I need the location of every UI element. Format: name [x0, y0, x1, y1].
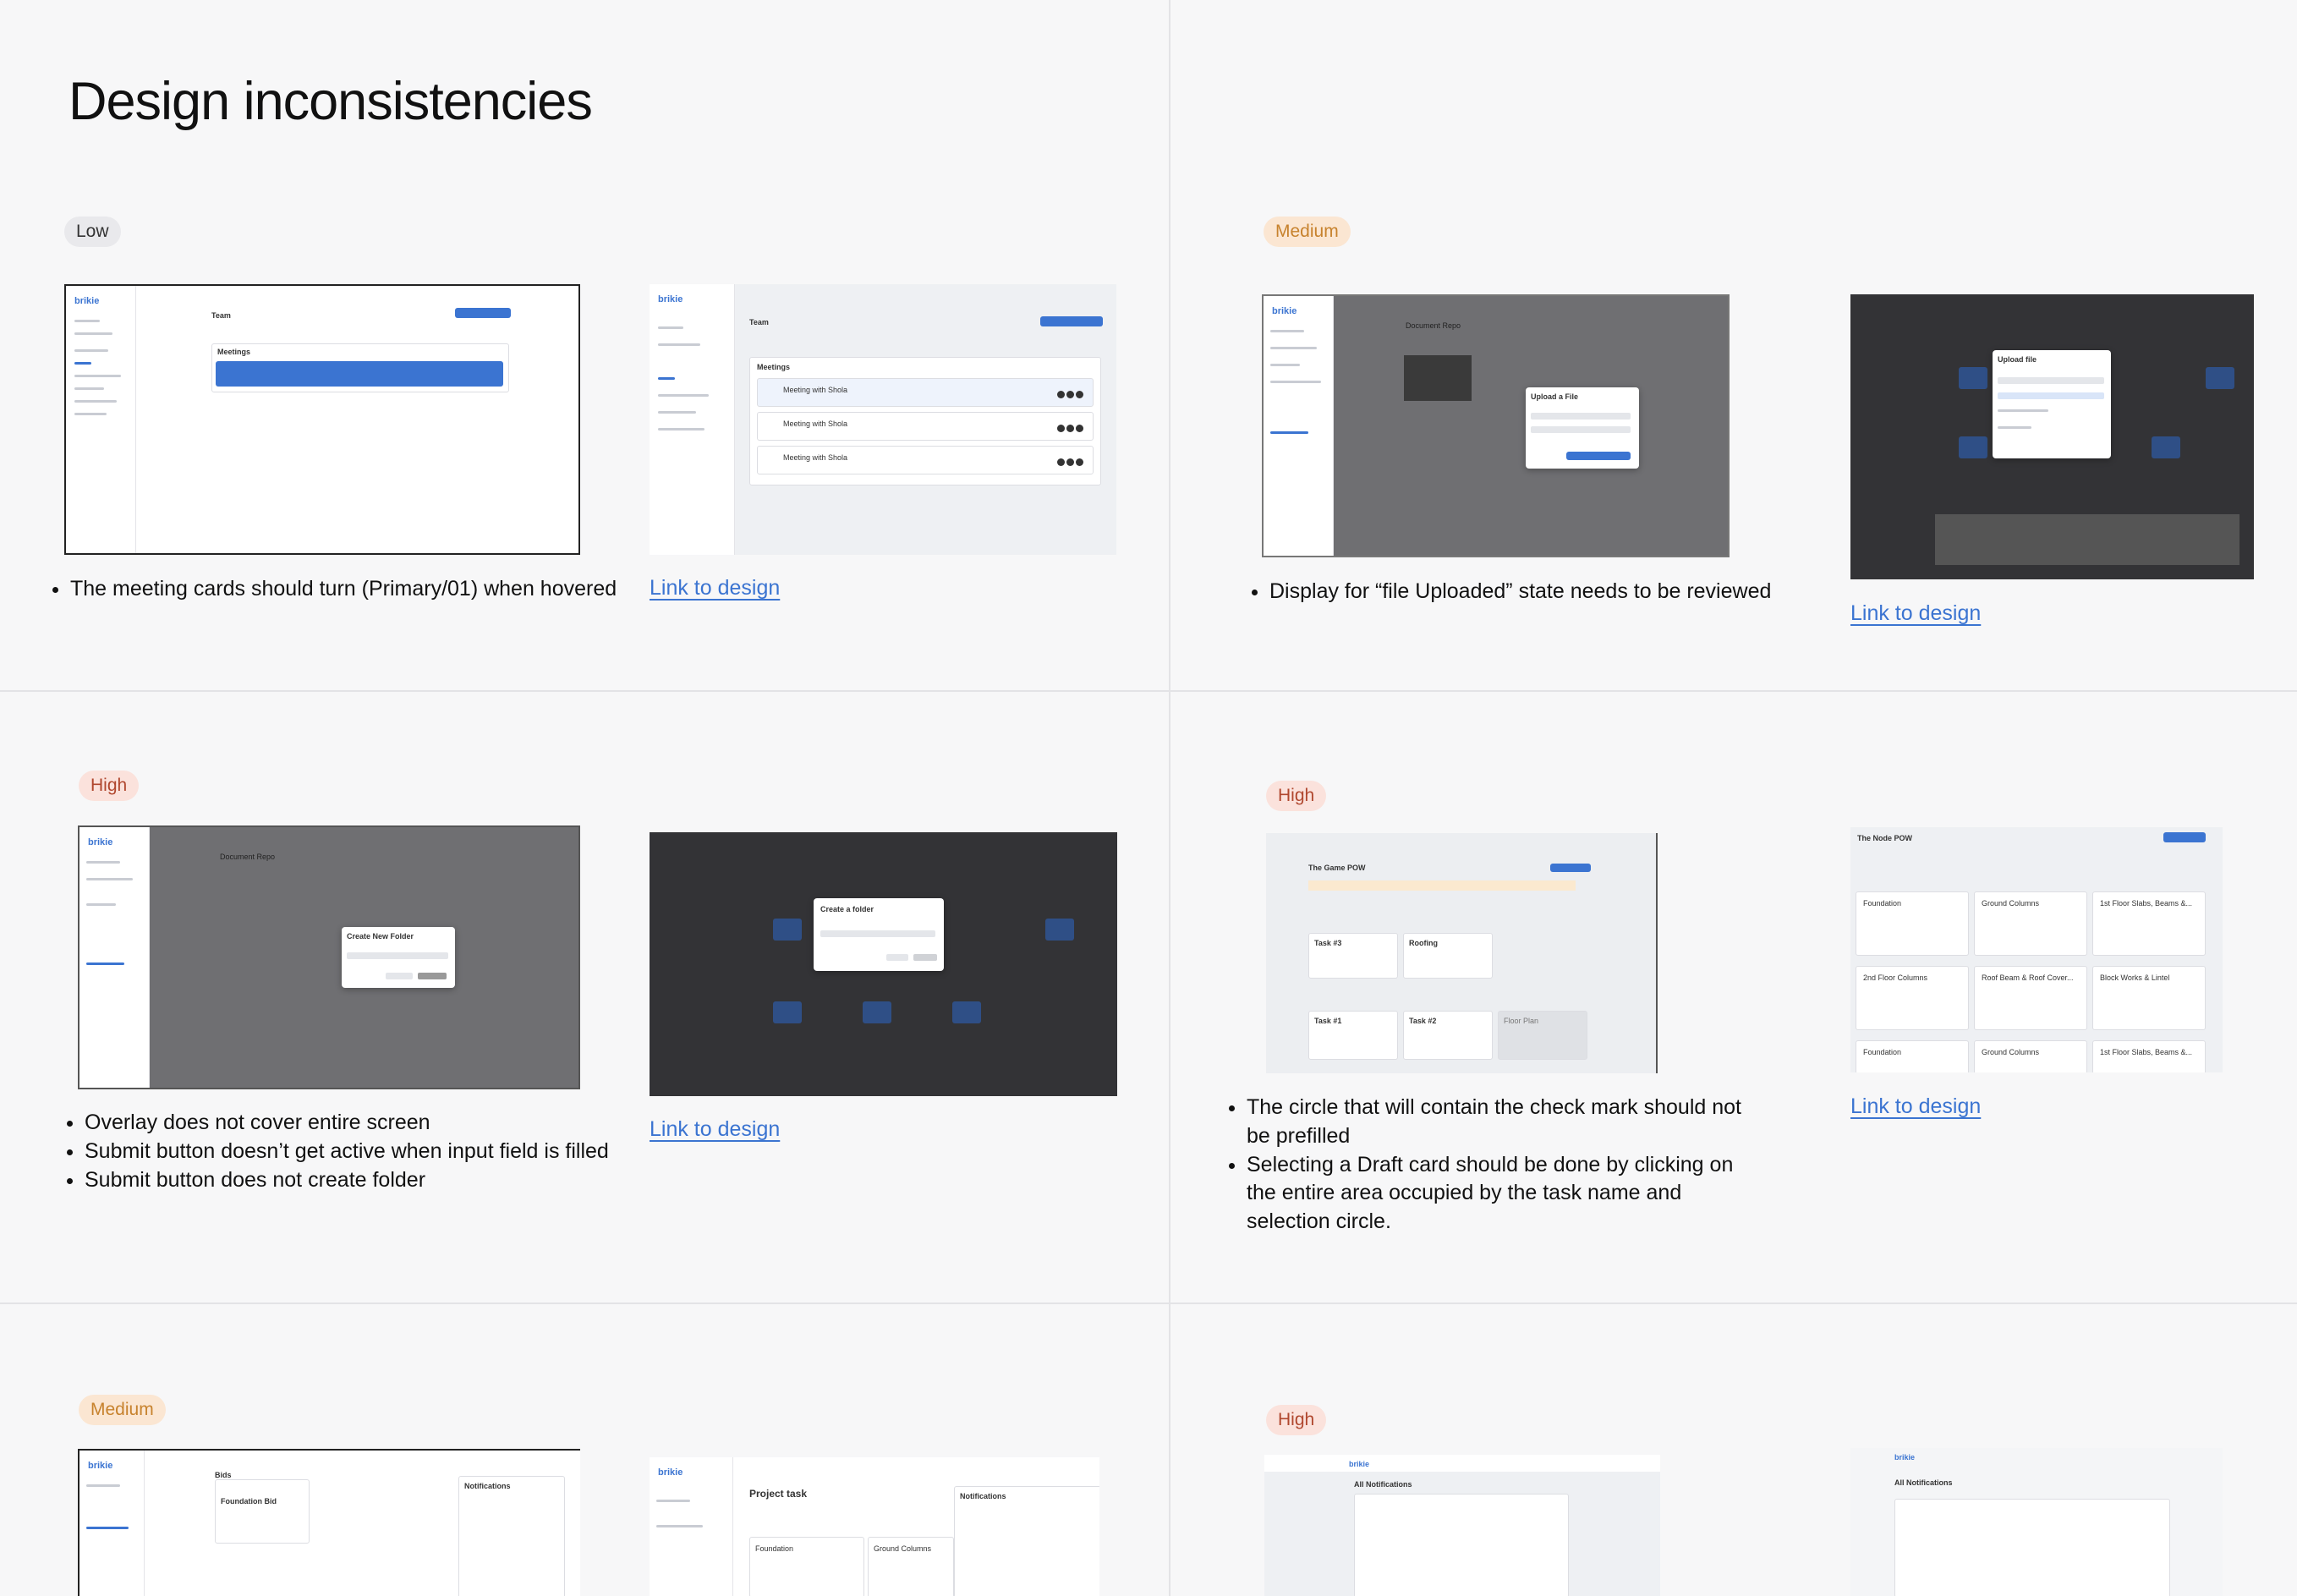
issue-notes: Display for “file Uploaded” state needs … — [1237, 578, 1794, 606]
screenshot-folder-design: Create a folder — [650, 832, 1117, 1096]
issue-notes: Overlay does not cover entire screen Sub… — [52, 1109, 643, 1194]
screenshot-upload-design: Upload file — [1850, 294, 2254, 579]
issue-notes: The circle that will contain the check m… — [1214, 1094, 1754, 1237]
issue-note: Submit button doesn’t get active when in… — [85, 1138, 643, 1166]
screenshot-folder-current: brikie Document Repo Create New Folder — [78, 825, 580, 1089]
link-to-design[interactable]: Link to design — [650, 1117, 780, 1142]
issue-note: Selecting a Draft card should be done by… — [1247, 1151, 1754, 1237]
page-title: Design inconsistencies — [69, 72, 593, 131]
screenshot-upload-current: brikie Document Repo Upload a File — [1262, 294, 1730, 557]
screenshot-meetings-current: brikie Team Meetings — [64, 284, 580, 555]
screenshot-notifications-current: brikie All Notifications — [1264, 1455, 1660, 1596]
link-to-design[interactable]: Link to design — [1850, 1094, 1981, 1119]
link-to-design[interactable]: Link to design — [1850, 601, 1981, 626]
screenshot-bids-current: brikie Bids Foundation Bid Notifications — [78, 1449, 580, 1596]
row-divider — [0, 690, 2297, 692]
screenshot-drafts-current: The Game POW Task #3 Roofing Task #1 Tas… — [1266, 833, 1658, 1073]
link-to-design[interactable]: Link to design — [650, 576, 780, 601]
severity-badge-high: High — [79, 771, 140, 801]
issue-note: The meeting cards should turn (Primary/0… — [70, 575, 628, 604]
issue-note: The circle that will contain the check m… — [1247, 1094, 1754, 1151]
row-divider — [0, 1303, 2297, 1304]
issue-notes: The meeting cards should turn (Primary/0… — [38, 575, 628, 604]
severity-badge-high: High — [1266, 1405, 1327, 1435]
screenshot-drafts-design: The Node POW Foundation Ground Columns 1… — [1850, 827, 2223, 1072]
screenshot-bids-design: brikie Project task Foundation Ground Co… — [650, 1457, 1099, 1596]
severity-badge-high: High — [1266, 781, 1327, 811]
issue-note: Display for “file Uploaded” state needs … — [1269, 578, 1794, 606]
screenshot-meetings-design: brikie Team Meetings Meeting with Shola … — [650, 284, 1116, 555]
severity-badge-medium: Medium — [79, 1395, 166, 1425]
severity-badge-low: Low — [64, 217, 121, 247]
column-divider — [1169, 0, 1170, 1596]
issue-note: Submit button does not create folder — [85, 1166, 643, 1195]
screenshot-notifications-design: brikie All Notifications — [1850, 1448, 2223, 1596]
severity-badge-medium: Medium — [1264, 217, 1351, 247]
issue-note: Overlay does not cover entire screen — [85, 1109, 643, 1138]
